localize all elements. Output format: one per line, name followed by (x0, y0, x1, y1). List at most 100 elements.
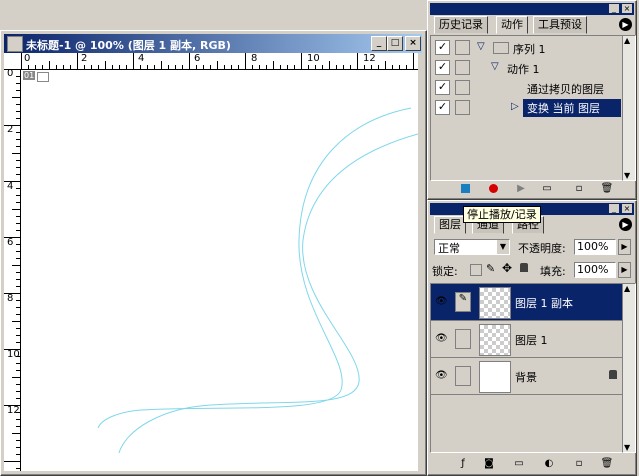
maximize-button[interactable]: □ (387, 36, 403, 51)
fill-label: 填充: (540, 265, 566, 278)
eye-icon[interactable]: 👁 (435, 370, 449, 382)
image-canvas[interactable]: 01 (21, 70, 418, 471)
eye-icon[interactable]: 👁 (435, 333, 449, 345)
opacity-value: 100% (577, 240, 609, 253)
action-label: 序列 1 (513, 43, 546, 56)
link-slot[interactable] (455, 366, 471, 386)
actions-tabbar: 历史记录 动作 工具预设 ▶ (430, 16, 634, 34)
panel-minimize-button[interactable]: _ (609, 4, 619, 13)
document-title: 未标题-1 @ 100% (图层 1 副本, RGB) (26, 39, 231, 52)
trash-icon[interactable]: 🗑 (600, 458, 614, 470)
lock-transparency-icon[interactable] (470, 264, 482, 276)
fill-arrow-icon[interactable]: ▶ (618, 262, 631, 278)
scroll-up-icon[interactable]: ▲ (624, 36, 630, 45)
tab-layers[interactable]: 图层 (434, 216, 466, 234)
fill-value: 100% (577, 263, 609, 276)
eye-icon[interactable]: 👁 (435, 296, 449, 308)
expand-triangle-icon[interactable]: ▽ (477, 41, 485, 52)
new-set-icon[interactable]: ▭ (540, 183, 554, 195)
ruler-left-label: 6 (7, 237, 14, 248)
tab-actions[interactable]: 动作 (496, 16, 528, 34)
panel-menu-button[interactable]: ▶ (619, 218, 632, 231)
checkbox-icon[interactable]: ✓ (435, 40, 450, 55)
lock-move-icon[interactable]: ✥ (502, 261, 512, 275)
link-slot[interactable] (455, 329, 471, 349)
opacity-input[interactable]: 100% (574, 239, 616, 255)
fill-input[interactable]: 100% (574, 262, 616, 278)
ruler-horizontal-ticks (21, 53, 414, 69)
action-row[interactable]: ✓ ▷ 变换 当前 图层 (431, 98, 623, 117)
new-layer-icon[interactable]: ▫ (572, 458, 586, 470)
document-titlebar[interactable]: 未标题-1 @ 100% (图层 1 副本, RGB) _ □ × (4, 34, 422, 53)
layers-list: 👁 ✎ 图层 1 副本 👁 图层 1 👁 背景 (430, 283, 624, 453)
layers-scrollbar[interactable]: ▲ ▼ (622, 283, 636, 453)
add-mask-icon[interactable]: ◙ (482, 458, 496, 470)
dialog-toggle[interactable] (455, 60, 470, 75)
checkbox-icon[interactable]: ✓ (435, 100, 450, 115)
lock-all-icon[interactable] (520, 263, 528, 272)
layer-row[interactable]: 👁 图层 1 (431, 321, 624, 358)
lock-brush-icon[interactable]: ✎ (486, 262, 495, 275)
scroll-down-icon[interactable]: ▼ (624, 443, 630, 452)
action-label-selected: 变换 当前 图层 (523, 99, 621, 117)
ruler-left-label: 4 (7, 181, 14, 192)
new-action-icon[interactable]: ▫ (572, 183, 586, 195)
layer-style-icon[interactable]: ƒ (456, 458, 470, 470)
layer-row[interactable]: 👁 背景 (431, 358, 624, 395)
ruler-left-label: 12 (7, 405, 20, 416)
ruler-top-label: 4 (138, 53, 145, 64)
stop-icon[interactable] (458, 183, 472, 195)
brush-link-icon[interactable]: ✎ (455, 292, 471, 312)
expand-triangle-icon[interactable]: ▽ (491, 61, 499, 72)
layer-row[interactable]: 👁 ✎ 图层 1 副本 (431, 284, 624, 321)
photoshop-doc-icon (7, 36, 23, 52)
ruler-top-label: 8 (251, 53, 258, 64)
dialog-toggle[interactable] (455, 80, 470, 95)
ruler-vertical[interactable]: 0 2 4 6 8 10 12 (4, 68, 21, 471)
action-label: 动作 1 (507, 63, 540, 76)
tab-history[interactable]: 历史记录 (434, 16, 488, 34)
opacity-label: 不透明度: (518, 242, 566, 255)
checkbox-icon[interactable]: ✓ (435, 60, 450, 75)
layer-thumbnail (479, 287, 511, 319)
chevron-down-icon[interactable]: ▼ (497, 240, 509, 254)
opacity-arrow-icon[interactable]: ▶ (618, 239, 631, 255)
action-row[interactable]: ✓ ▽ 序列 1 (431, 38, 623, 57)
tab-tool-presets[interactable]: 工具预设 (533, 16, 587, 34)
ruler-top-label: 10 (307, 53, 320, 64)
action-row[interactable]: ✓ 通过拷贝的图层 (431, 78, 623, 97)
blend-mode-select[interactable]: 正常 ▼ (434, 239, 510, 255)
record-icon[interactable] (486, 183, 500, 195)
vertical-scrollbar[interactable] (418, 53, 423, 471)
layers-panel: _ × 图层 通道 路径 ▶ 正常 ▼ 不透明度: 100% ▶ 锁定: ✎ ✥… (427, 200, 637, 476)
ruler-left-label: 0 (7, 68, 14, 79)
adjustment-layer-icon[interactable]: ◐ (542, 458, 556, 470)
dialog-toggle[interactable] (455, 100, 470, 115)
ruler-horizontal[interactable]: 0 2 4 6 8 10 12 (4, 53, 418, 70)
panel-minimize-button[interactable]: _ (609, 204, 619, 213)
layer-name: 图层 1 (515, 334, 548, 347)
folder-icon (493, 42, 509, 54)
scroll-down-icon[interactable]: ▼ (624, 171, 630, 180)
lock-icon (609, 370, 617, 379)
actions-scrollbar[interactable]: ▲ ▼ (622, 35, 636, 181)
ruler-left-label: 2 (7, 124, 14, 135)
action-label: 通过拷贝的图层 (527, 83, 604, 96)
scroll-up-icon[interactable]: ▲ (624, 284, 630, 293)
actions-panel-titlebar[interactable]: _ × (430, 3, 634, 15)
checkbox-icon[interactable]: ✓ (435, 80, 450, 95)
action-row[interactable]: ✓ ▽ 动作 1 (431, 58, 623, 77)
trash-icon[interactable]: 🗑 (600, 183, 614, 195)
panel-close-button[interactable]: × (622, 204, 632, 213)
blend-mode-value: 正常 (438, 242, 460, 255)
document-window: 未标题-1 @ 100% (图层 1 副本, RGB) _ □ × 0 2 4 … (0, 30, 427, 476)
panel-menu-button[interactable]: ▶ (619, 18, 632, 31)
panel-close-button[interactable]: × (622, 4, 632, 13)
expand-triangle-icon[interactable]: ▷ (511, 101, 519, 112)
dialog-toggle[interactable] (455, 40, 470, 55)
play-icon[interactable]: ▶ (514, 183, 528, 195)
minimize-button[interactable]: _ (371, 36, 387, 51)
close-button[interactable]: × (405, 36, 421, 51)
layer-name: 背景 (515, 371, 537, 384)
new-group-icon[interactable]: ▭ (512, 458, 526, 470)
